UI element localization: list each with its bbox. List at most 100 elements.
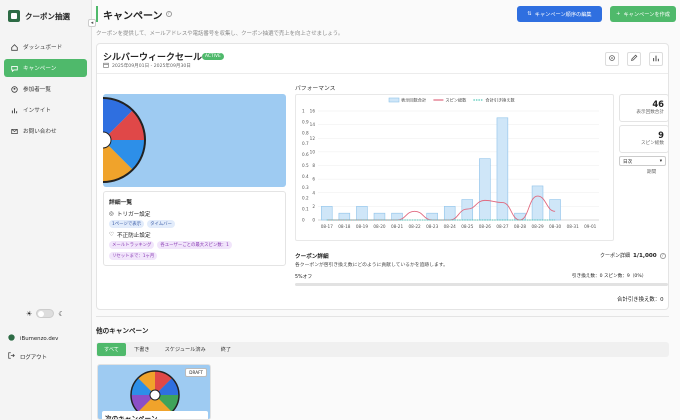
bar <box>443 206 456 221</box>
wheel-preview <box>103 94 286 187</box>
user-avatar-icon <box>8 334 15 343</box>
coupon-item-name: 5%オフ <box>295 275 313 280</box>
user-profile[interactable]: iBumenzo.dev <box>8 334 58 343</box>
logout-button[interactable]: ログアウト <box>8 352 47 361</box>
y2-tick-label: 0.8 <box>302 130 309 135</box>
period-label: 期間 <box>647 170 657 175</box>
campaign-dates: 2025年09月01日 - 2025年09月30日 <box>103 62 191 70</box>
tab-all[interactable]: すべて <box>97 343 126 356</box>
y2-tick-label: 1 <box>302 109 305 114</box>
x-tick-label: 08-25 <box>461 224 474 229</box>
analytics-button[interactable] <box>649 52 663 66</box>
theme-toggle[interactable] <box>36 309 55 318</box>
coupon-description: 各クーポンが啓引き換え数にどのように貢献しているかを追跡します。 <box>295 263 448 268</box>
x-tick-label: 08-29 <box>531 224 544 229</box>
target-icon: ◎ <box>109 211 114 217</box>
period-select[interactable]: 日次 ▾ <box>619 156 666 166</box>
other-campaigns-title: 他のキャンペーン <box>96 327 149 335</box>
fraud-settings-heading: ♡ 不正防止設定 <box>109 231 280 239</box>
dashboard-icon <box>10 43 18 51</box>
y-tick-label: 6 <box>312 177 315 182</box>
y2-tick-label: 0.1 <box>302 207 309 212</box>
sidebar-item-insights[interactable]: インサイト <box>4 101 87 119</box>
spins-value: 9 <box>658 130 664 140</box>
campaign-details: 詳細一覧 ◎ トリガー設定 1ページで表示 タイムバー ♡ 不正防止設定 メール… <box>103 191 286 266</box>
impressions-value: 46 <box>652 99 664 109</box>
logout-icon <box>8 352 15 361</box>
sidebar-item-label: お問い合わせ <box>23 129 57 135</box>
fraud-pill: 各ユーザーごとの最大スピン数：1 <box>157 241 232 249</box>
trigger-pill: タイムバー <box>147 220 175 228</box>
tab-scheduled[interactable]: スケジュール済み <box>158 343 213 356</box>
y2-tick-label: 0.5 <box>302 163 309 168</box>
tab-ended[interactable]: 終了 <box>214 343 238 356</box>
details-title: 詳細一覧 <box>109 200 133 206</box>
coupon-count-label: クーポン詳細 <box>600 253 631 259</box>
create-campaign-button[interactable]: + キャンペーンを作成 <box>610 6 676 22</box>
sidebar-item-contact[interactable]: お問い合わせ <box>4 122 87 140</box>
x-tick-label: 08-19 <box>356 224 369 229</box>
y2-tick-label: 0 <box>302 218 305 223</box>
trigger-settings-label: トリガー設定 <box>116 212 151 218</box>
help-icon[interactable]: ? <box>659 252 666 259</box>
help-icon[interactable]: ? <box>165 11 172 17</box>
settings-button[interactable] <box>605 52 619 66</box>
trigger-pills: 1ページで表示 タイムバー <box>109 220 280 228</box>
fraud-settings-label: 不正防止設定 <box>117 233 151 239</box>
tab-drafts[interactable]: 下書き <box>127 343 157 356</box>
y2-tick-label: 0.3 <box>302 185 309 190</box>
fraud-pills: メールトラッキング 各ユーザーごとの最大スピン数：1 リセットまで：1ヶ月 <box>109 241 280 260</box>
sort-icon: ⇅ <box>527 11 532 17</box>
y2-tick-label: 0.2 <box>302 196 309 201</box>
y-tick-label: 4 <box>312 190 315 195</box>
divider <box>96 316 669 317</box>
sidebar-item-campaigns[interactable]: キャンペーン <box>4 59 87 77</box>
y2-tick-label: 0.4 <box>302 174 309 179</box>
sidebar-item-label: インサイト <box>23 108 51 114</box>
y-tick-label: 0 <box>312 218 315 223</box>
legend-label: 表示回数合計 <box>401 97 426 104</box>
pencil-icon <box>630 54 638 64</box>
trigger-settings-heading: ◎ トリガー設定 <box>109 210 280 218</box>
y-tick-label: 2 <box>312 204 315 209</box>
performance-chart: 0 2 4 6 8 10 12 14 16 0 0.1 0.2 0.3 0.4 0.5 0.6 0.7 0.8 0.… <box>295 94 614 241</box>
bar <box>479 158 491 221</box>
edit-button[interactable] <box>627 52 641 66</box>
x-tick-label: 08-31 <box>567 224 580 229</box>
bar <box>321 206 333 221</box>
x-tick-label: 08-17 <box>321 224 334 229</box>
spin-wheel-icon <box>103 97 146 183</box>
y2-tick-label: 0.6 <box>302 152 309 157</box>
total-redemptions: 合計引き換え数：0 <box>617 297 664 303</box>
bar-chart-icon <box>652 54 660 64</box>
user-name: iBumenzo.dev <box>20 335 59 342</box>
x-tick-label: 08-20 <box>373 224 386 229</box>
coupon-item-stat: 引き換え数：0 スピン数：9（0%） <box>572 274 647 279</box>
sidebar-item-dashboard[interactable]: ダッシュボード <box>4 38 87 56</box>
sidebar-item-label: ダッシュボード <box>23 45 63 51</box>
legend-swatch <box>388 97 400 103</box>
legend-label: 合計引き換え数 <box>485 97 515 104</box>
trigger-pill: 1ページで表示 <box>109 220 145 228</box>
brand[interactable]: クーポン抽選 <box>0 0 91 32</box>
x-tick-label: 08-24 <box>444 224 457 229</box>
x-tick-label: 08-22 <box>409 224 422 229</box>
sidebar-item-participants[interactable]: 参加者一覧 <box>4 80 87 98</box>
page-title: キャンペーン <box>103 10 163 22</box>
brand-name: クーポン抽選 <box>25 11 70 21</box>
edit-campaign-order-button[interactable]: ⇅ キャンペーン順序の編集 <box>517 6 602 22</box>
sidebar: クーポン抽選 ダッシュボード キャンペーン 参加者一覧 インサイト お問い合わせ… <box>0 0 92 420</box>
campaign-filter-tabs: すべて 下書き スケジュール済み 終了 <box>96 342 669 357</box>
coupon-progress-bar <box>295 283 668 286</box>
spins-label: スピン総数 <box>641 141 664 146</box>
bar <box>356 206 368 221</box>
draft-campaign-card[interactable]: DRAFT 次のキャンペーン <box>97 364 211 420</box>
x-tick-label: 08-27 <box>496 224 509 229</box>
impressions-stat: 46 表示回数合計 <box>619 94 669 122</box>
page-subtitle: クーポンを提供して、メールアドレスや電話番号を収集し、クーポン抽選で売上を向上さ… <box>96 31 344 37</box>
legend-label: スピン総数 <box>445 97 467 104</box>
period-selected: 日次 <box>623 160 633 165</box>
bar <box>338 212 351 221</box>
campaign-card: シルバーウィークセール ACTIVE 2025年09月01日 - 2025年09… <box>96 43 669 310</box>
logout-label: ログアウト <box>20 354 47 361</box>
